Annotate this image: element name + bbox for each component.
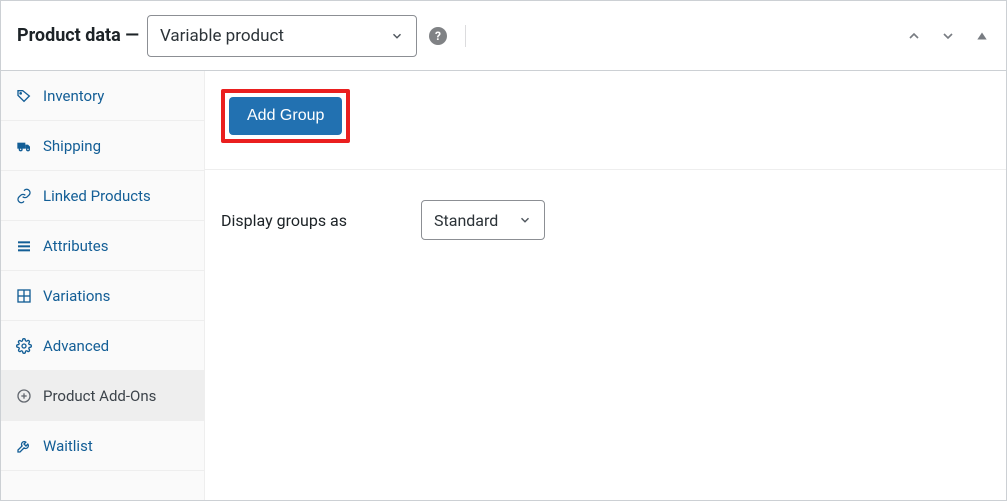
- panel-title-dash: —: [125, 25, 139, 46]
- tab-linked-products[interactable]: Linked Products: [1, 171, 204, 221]
- divider: [465, 25, 466, 47]
- move-up-button[interactable]: [904, 26, 924, 46]
- display-groups-select[interactable]: Standard: [421, 200, 545, 240]
- highlight-annotation: Add Group: [221, 89, 350, 143]
- product-type-select[interactable]: Variable product: [147, 15, 417, 57]
- truck-icon: [15, 137, 33, 155]
- chevron-down-icon: [518, 213, 532, 227]
- tab-waitlist[interactable]: Waitlist: [1, 421, 204, 471]
- product-data-metabox: Product data — Variable product ?: [0, 0, 1007, 501]
- tab-shipping[interactable]: Shipping: [1, 121, 204, 171]
- tab-label: Linked Products: [43, 187, 151, 205]
- tab-attributes[interactable]: Attributes: [1, 221, 204, 271]
- list-icon: [15, 237, 33, 255]
- panel-title-text: Product data: [17, 25, 121, 46]
- tab-variations[interactable]: Variations: [1, 271, 204, 321]
- product-data-tabs: Inventory Shipping Linked Products Attri…: [1, 71, 205, 500]
- addons-toolbar: Add Group: [205, 71, 1006, 170]
- product-type-value: Variable product: [160, 26, 284, 46]
- tab-label: Product Add-Ons: [43, 387, 156, 405]
- display-groups-row: Display groups as Standard: [205, 170, 1006, 270]
- tab-label: Waitlist: [43, 437, 93, 455]
- panel-header: Product data — Variable product ?: [1, 1, 1006, 71]
- tab-advanced[interactable]: Advanced: [1, 321, 204, 371]
- display-groups-value: Standard: [434, 211, 498, 230]
- tab-inventory[interactable]: Inventory: [1, 71, 204, 121]
- tab-label: Shipping: [43, 137, 101, 155]
- tab-label: Advanced: [43, 337, 109, 355]
- plus-circle-icon: [15, 387, 33, 405]
- tab-content: Add Group Display groups as Standard: [205, 71, 1006, 500]
- wrench-icon: [15, 437, 33, 455]
- display-groups-label: Display groups as: [221, 211, 381, 230]
- tab-label: Attributes: [43, 237, 109, 255]
- tab-label: Inventory: [43, 87, 104, 105]
- help-icon[interactable]: ?: [429, 27, 447, 45]
- tab-product-addons[interactable]: Product Add-Ons: [1, 371, 204, 421]
- grid-icon: [15, 287, 33, 305]
- panel-controls: [904, 26, 992, 46]
- chevron-down-icon: [390, 29, 404, 43]
- gear-icon: [15, 337, 33, 355]
- add-group-button[interactable]: Add Group: [229, 97, 342, 135]
- link-icon: [15, 187, 33, 205]
- tab-label: Variations: [43, 287, 110, 305]
- tag-icon: [15, 87, 33, 105]
- panel-body: Inventory Shipping Linked Products Attri…: [1, 71, 1006, 500]
- panel-title: Product data —: [17, 25, 139, 46]
- toggle-panel-button[interactable]: [972, 26, 992, 46]
- move-down-button[interactable]: [938, 26, 958, 46]
